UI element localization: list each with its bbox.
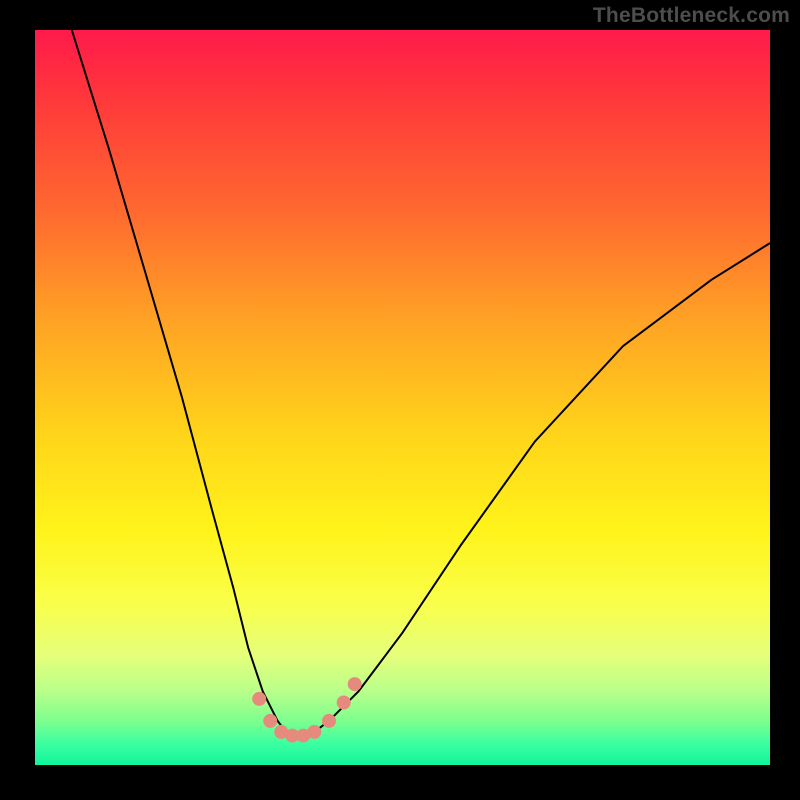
marker-group	[252, 677, 362, 743]
watermark-text: TheBottleneck.com	[593, 4, 790, 28]
plot-area	[35, 30, 770, 765]
bottleneck-curve	[72, 30, 770, 736]
marker-dot	[263, 714, 277, 728]
curve-layer	[35, 30, 770, 765]
marker-dot	[322, 714, 336, 728]
marker-dot	[348, 677, 362, 691]
marker-dot	[307, 725, 321, 739]
marker-dot	[252, 692, 266, 706]
chart-stage: TheBottleneck.com	[0, 0, 800, 800]
marker-dot	[337, 696, 351, 710]
